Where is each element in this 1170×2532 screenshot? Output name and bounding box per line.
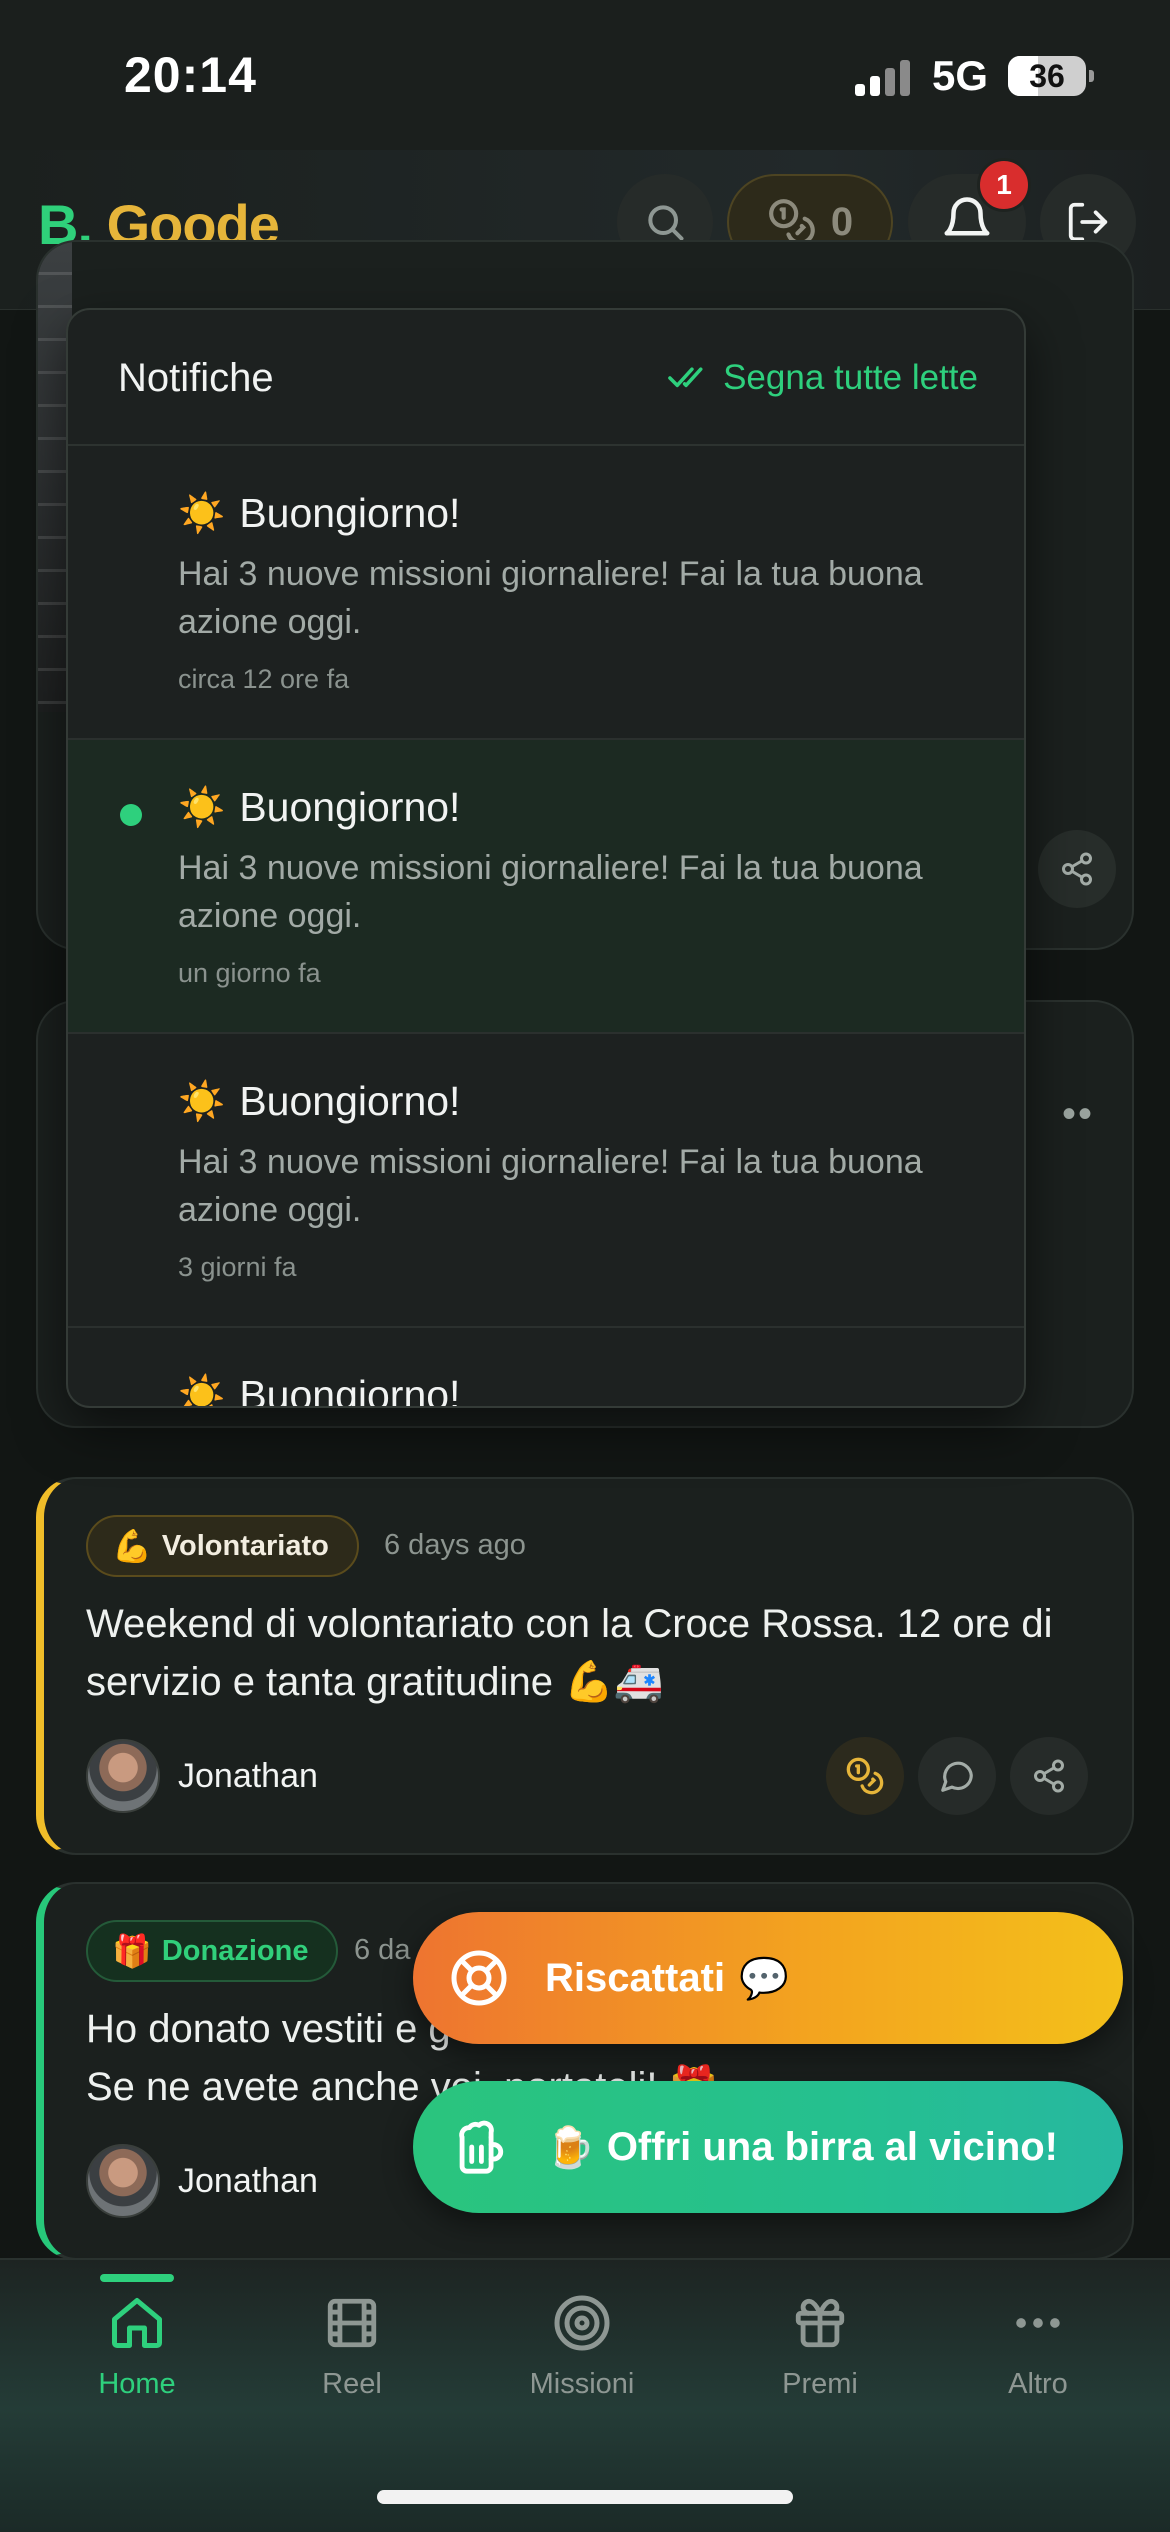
notification-body: Hai 3 nuove missioni giornaliere! Fai la… [178, 1143, 923, 1229]
notification-title: Buongiorno! [239, 490, 461, 536]
author-name: Jonathan [178, 2161, 318, 2200]
share-icon [1034, 1759, 1064, 1793]
sun-icon: ☀️ [178, 1080, 226, 1123]
notification-item[interactable]: ☀️ Buongiorno! [68, 1328, 1024, 1408]
post-time: 6 days ago [384, 1529, 526, 1561]
notification-title: Buongiorno! [239, 1078, 461, 1124]
notification-body: Hai 3 nuove missioni giornaliere! Fai la… [178, 849, 923, 935]
battery-icon: 36 [1008, 56, 1086, 96]
target-icon [554, 2295, 610, 2351]
comment-button[interactable] [918, 1737, 996, 1815]
sun-icon: ☀️ [178, 1374, 226, 1408]
speech-bubble-icon: 💬 [739, 1956, 789, 2001]
avatar [86, 1739, 160, 1813]
nav-missioni[interactable]: Missioni [482, 2290, 682, 2401]
network-label: 5G [932, 52, 989, 99]
mark-all-read-button[interactable]: Segna tutte lette [667, 358, 978, 398]
nav-premi[interactable]: Premi [720, 2290, 920, 2401]
nav-label: Premi [782, 2368, 858, 2400]
nav-label: Home [98, 2368, 176, 2400]
nav-altro[interactable]: Altro [938, 2290, 1138, 2401]
logout-icon [1068, 202, 1108, 242]
active-tab-indicator [100, 2274, 174, 2282]
nav-home[interactable]: Home [37, 2290, 237, 2401]
sun-icon: ☀️ [178, 492, 226, 535]
notification-time: circa 12 ore fa [178, 664, 350, 694]
ransom-label: Riscattati [545, 1955, 726, 2000]
nav-label: Reel [322, 2368, 382, 2400]
sun-icon: ☀️ [178, 786, 226, 829]
notifications-title: Notifiche [118, 356, 274, 400]
mark-all-read-label: Segna tutte lette [723, 358, 978, 397]
beer-emoji: 🍺 [545, 2125, 595, 2170]
nav-reel[interactable]: Reel [252, 2290, 452, 2401]
notification-item[interactable]: ☀️ Buongiorno! Hai 3 nuove missioni giorn… [68, 740, 1024, 1034]
notifications-header: Notifiche Segna tutte lette [68, 310, 1024, 446]
nav-label: Altro [1008, 2368, 1068, 2400]
home-icon [112, 2298, 162, 2348]
post-actions [826, 1737, 1088, 1815]
search-icon [648, 205, 684, 241]
battery-tip [1089, 70, 1094, 82]
notification-item[interactable]: ☀️ Buongiorno! Hai 3 nuove missioni giorn… [68, 1034, 1024, 1328]
signal-icon [855, 60, 911, 96]
coins-icon [846, 1757, 884, 1795]
nav-label: Missioni [529, 2368, 635, 2400]
notification-item[interactable]: ☀️ Buongiorno! Hai 3 nuove missioni giorn… [68, 446, 1024, 740]
share-button[interactable] [1010, 1737, 1088, 1815]
notification-title: Buongiorno! [239, 1372, 461, 1408]
coins-count: 0 [830, 199, 854, 244]
battery-level: 36 [1029, 58, 1065, 94]
category-emoji: 🎁 [112, 1933, 152, 1969]
post-author[interactable]: Jonathan [86, 2144, 318, 2218]
status-time: 20:14 [124, 47, 257, 103]
post-card[interactable]: 💪 Volontariato 6 days ago Weekend di vol… [36, 1477, 1134, 1855]
post-author[interactable]: Jonathan [86, 1739, 318, 1813]
notification-badge: 1 [977, 158, 1031, 212]
double-check-icon [668, 367, 703, 388]
beer-mug-icon [459, 2120, 504, 2174]
notification-time: 3 giorni fa [178, 1252, 297, 1282]
notification-body: Hai 3 nuove missioni giornaliere! Fai la… [178, 555, 923, 641]
ransom-button[interactable]: Riscattati 💬 [413, 1912, 1123, 2044]
author-name: Jonathan [178, 1756, 318, 1795]
category-emoji: 💪 [112, 1528, 152, 1564]
notification-title: Buongiorno! [239, 784, 461, 830]
category-tag[interactable]: 🎁 Donazione [86, 1920, 339, 1982]
lifebuoy-icon [451, 1950, 507, 2006]
status-bar: 20:14 5G 36 [0, 0, 1170, 150]
offer-beer-button[interactable]: 🍺 Offri una birra al vicino! [413, 2081, 1123, 2213]
offer-beer-label: Offri una birra al vicino! [606, 2124, 1059, 2169]
comment-icon [941, 1761, 973, 1792]
avatar [86, 2144, 160, 2218]
category-tag[interactable]: 💪 Volontariato [86, 1515, 359, 1577]
unread-indicator [120, 804, 142, 826]
gift-icon [795, 2298, 845, 2348]
more-icon [1016, 2318, 1060, 2328]
notification-time: un giorno fa [178, 958, 321, 988]
post-time: 6 da [354, 1934, 411, 1966]
share-button[interactable] [1038, 830, 1116, 908]
home-indicator[interactable] [377, 2490, 793, 2504]
post-text: Weekend di volontariato con la Croce Ros… [86, 1602, 1053, 1704]
category-label: Volontariato [161, 1529, 329, 1562]
share-icon [1062, 852, 1092, 886]
category-label: Donazione [161, 1934, 309, 1967]
notifications-dropdown: Notifiche Segna tutte lette ☀️ Buongiorno… [66, 308, 1026, 1408]
film-icon [327, 2298, 377, 2348]
tip-coins-button[interactable] [826, 1737, 904, 1815]
more-options-icon[interactable]: •• [1062, 1092, 1094, 1137]
